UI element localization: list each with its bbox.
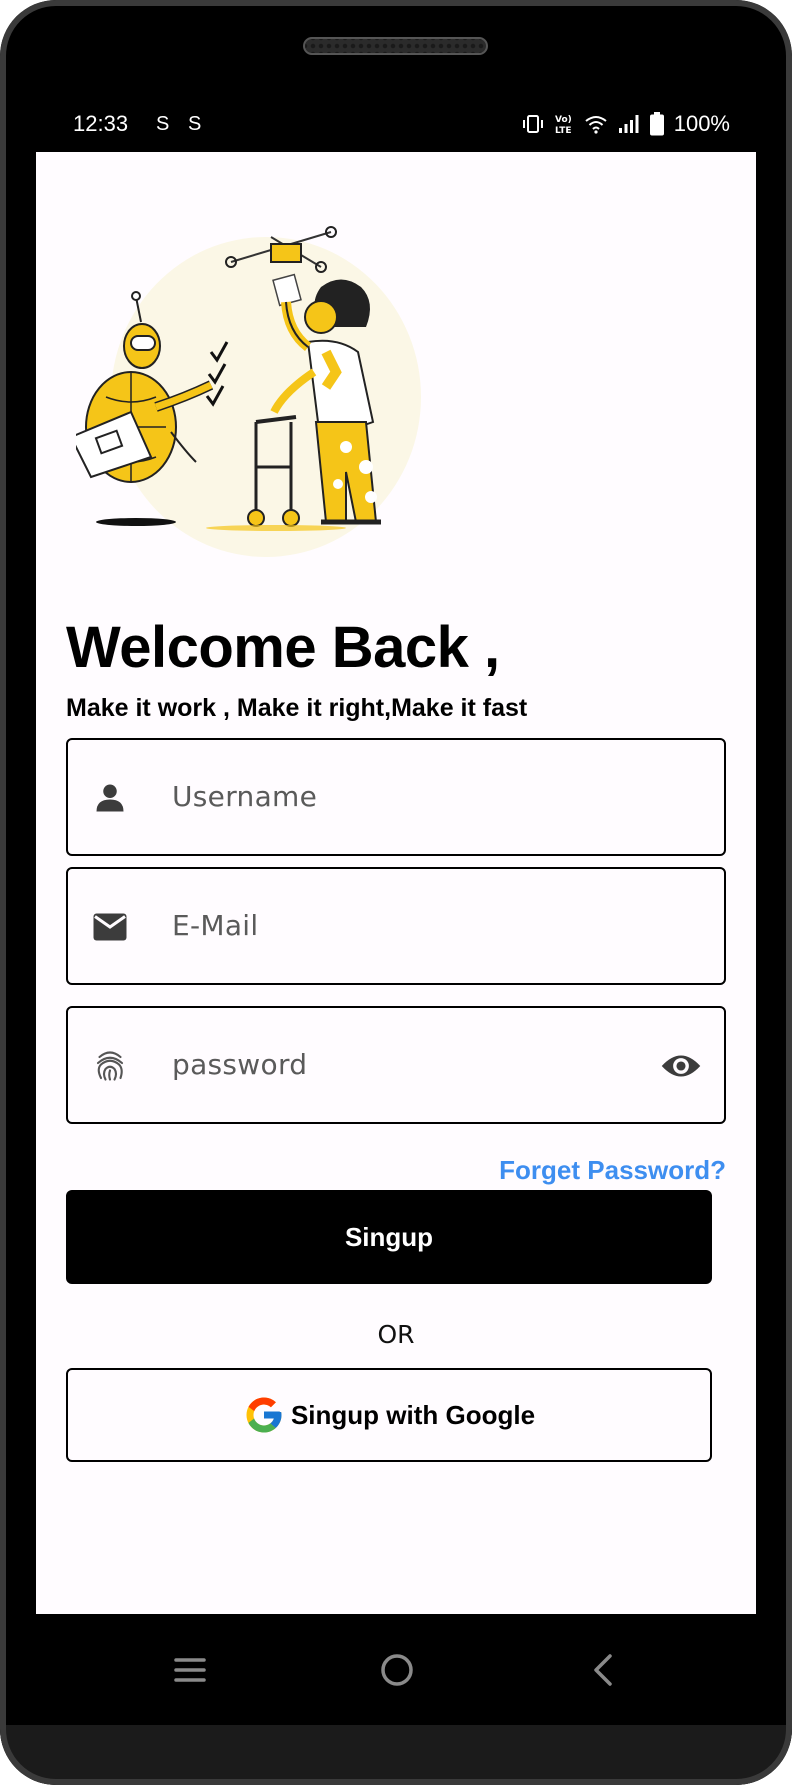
welcome-illustration [76, 226, 421, 557]
email-field[interactable]: E-Mail [66, 867, 726, 985]
or-divider: OR [377, 1320, 415, 1349]
username-placeholder: Username [172, 780, 318, 813]
battery-percent: 100% [673, 111, 730, 136]
wifi-icon [585, 116, 607, 134]
device-chin [0, 1725, 792, 1785]
signal-icon [618, 115, 639, 133]
status-time: 12:33 [73, 111, 129, 136]
vibrate-icon [522, 115, 543, 133]
google-logo [246, 1397, 282, 1433]
email-placeholder: E-Mail [172, 909, 259, 942]
notification-icon: S [156, 112, 170, 135]
back-chevron-icon[interactable] [584, 1650, 624, 1690]
mail-icon [93, 913, 127, 941]
password-field[interactable]: password [66, 1006, 726, 1124]
phone-frame: 12:33 S S Vo) LTE 100% Welcome Back , Ma… [0, 0, 792, 1785]
system-nav-bar [36, 1614, 756, 1725]
page-subtitle: Make it work , Make it right,Make it fas… [66, 694, 528, 722]
forgot-password-link[interactable]: Forget Password? [499, 1155, 726, 1186]
page-title: Welcome Back , [66, 615, 500, 680]
username-field[interactable]: Username [66, 738, 726, 856]
fingerprint-icon [96, 1051, 124, 1081]
signup-button-label: Singup [344, 1221, 434, 1252]
google-button-label: Singup with Google [290, 1399, 536, 1430]
eye-icon[interactable] [660, 1048, 702, 1084]
svg-text:LTE: LTE [555, 126, 572, 135]
battery-icon [649, 112, 664, 136]
password-placeholder: password [172, 1048, 308, 1081]
google-signup-button[interactable]: Singup with Google [66, 1368, 712, 1462]
app-screen: Welcome Back , Make it work , Make it ri… [36, 152, 756, 1614]
status-bar: 12:33 S S Vo) LTE 100% [36, 104, 756, 144]
person-icon [96, 784, 124, 812]
signup-button[interactable]: Singup [66, 1190, 712, 1284]
status-indicators: Vo) LTE 100% [522, 111, 730, 137]
notification-icon: S [188, 112, 202, 135]
volte-icon: Vo) LTE [555, 115, 572, 135]
svg-text:Vo): Vo) [555, 115, 572, 125]
home-circle-icon[interactable] [377, 1650, 417, 1690]
earpiece-speaker [303, 37, 488, 55]
menu-icon[interactable] [170, 1650, 210, 1690]
